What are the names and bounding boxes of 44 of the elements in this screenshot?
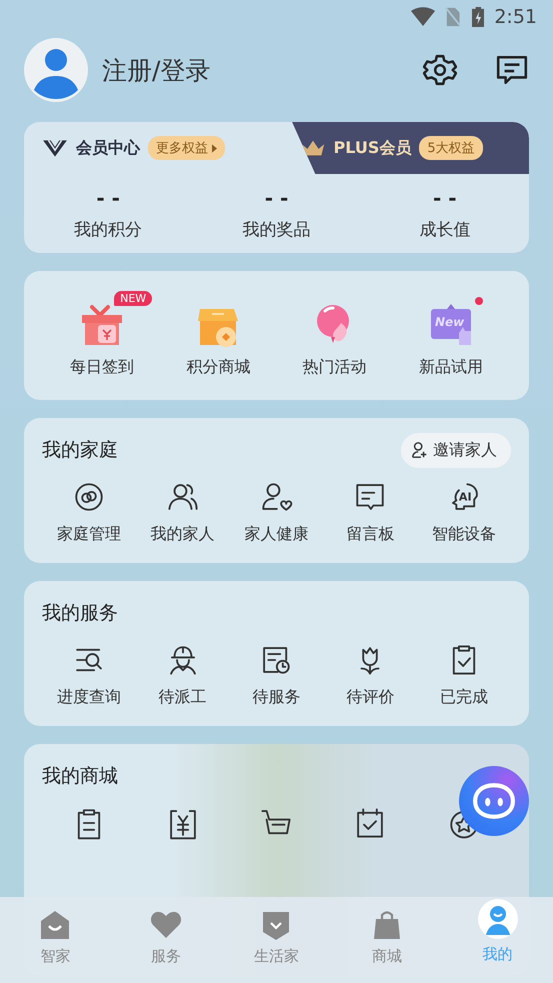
service-label[interactable]: 已完成 <box>440 687 488 708</box>
status-time: 2:51 <box>494 6 537 28</box>
stat-value: - - <box>433 186 457 210</box>
stat-label[interactable]: 我的奖品 <box>242 218 310 241</box>
feature-label[interactable]: 智能设备 <box>432 524 496 545</box>
battery-icon <box>472 7 484 27</box>
tab-label: 会员中心 <box>76 138 140 158</box>
service-label[interactable]: 进度查询 <box>56 687 121 708</box>
service-label[interactable]: 待服务 <box>252 687 300 708</box>
section-title: 我的服务 <box>42 601 118 626</box>
service-label[interactable]: 待派工 <box>158 687 207 708</box>
caret-icon <box>212 144 217 152</box>
section-title: 我的商城 <box>42 764 118 789</box>
quick-entry-label[interactable]: 新品试用 <box>418 357 483 378</box>
member-logo-icon <box>42 138 68 158</box>
person-avatar-icon <box>478 899 518 939</box>
quick-entry-label[interactable]: 积分商城 <box>186 357 250 378</box>
stat-label[interactable]: 成长值 <box>419 218 470 241</box>
stat-label[interactable]: 我的积分 <box>74 218 142 241</box>
settings-icon[interactable] <box>423 53 457 87</box>
feature-label[interactable]: 家人健康 <box>244 524 308 545</box>
wifi-icon <box>411 7 436 27</box>
message-icon[interactable] <box>495 53 529 87</box>
tab-label: PLUS会员 <box>334 138 412 158</box>
benefits-badge[interactable]: 5大权益 <box>419 136 483 160</box>
quick-entry-label[interactable]: 每日签到 <box>70 357 134 378</box>
heart-icon <box>150 909 182 941</box>
benefits-badge[interactable]: 更多权益 <box>148 136 225 160</box>
no-sim-icon <box>445 7 462 27</box>
home-icon <box>39 909 72 941</box>
service-label[interactable]: 待评价 <box>346 687 394 708</box>
quick-entry-label[interactable]: 热门活动 <box>302 357 367 378</box>
new-badge: NEW <box>114 291 152 306</box>
robot-face-icon <box>473 783 515 819</box>
stat-value: - - <box>264 186 288 210</box>
stat-value: - - <box>96 186 120 210</box>
login-link[interactable]: 注册/登录 <box>102 54 210 86</box>
section-title: 我的家庭 <box>42 438 118 463</box>
invite-button[interactable]: 邀请家人 <box>401 432 511 468</box>
feature-label[interactable]: 家庭管理 <box>56 524 121 545</box>
avatar-icon[interactable] <box>24 38 88 102</box>
add-person-icon <box>411 441 429 459</box>
feature-label[interactable]: 留言板 <box>346 524 394 545</box>
feature-label[interactable]: 我的家人 <box>150 524 215 545</box>
